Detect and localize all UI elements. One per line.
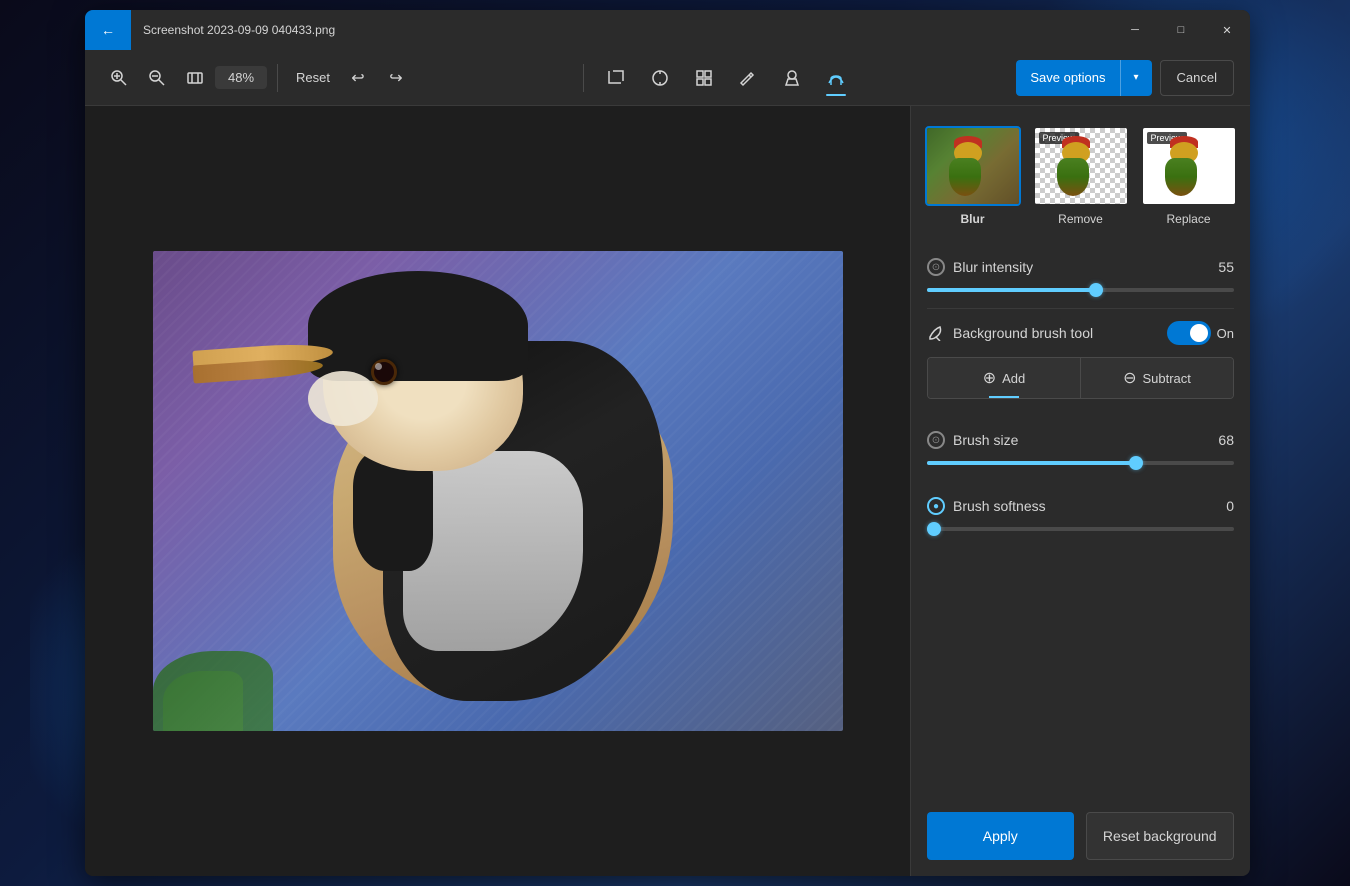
brush-softness-label: ● Brush softness <box>927 497 1046 515</box>
brush-tool-toggle[interactable] <box>1167 321 1211 345</box>
brush-tool-toggle-container: On <box>1167 321 1234 345</box>
blur-intensity-section: ⊙ Blur intensity 55 <box>911 242 1250 308</box>
brush-size-value: 68 <box>1218 432 1234 448</box>
brush-tool-section: Background brush tool On <box>911 309 1250 357</box>
save-options-label: Save options <box>1016 70 1119 85</box>
replace-mode-item[interactable]: Preview Replace <box>1141 126 1237 226</box>
subtract-icon: ⊖ <box>1123 368 1136 388</box>
image-container <box>153 251 843 731</box>
brush-tool-label: Background brush tool <box>927 324 1093 342</box>
save-options-button[interactable]: Save options ▾ <box>1016 60 1151 96</box>
brush-size-thumb[interactable] <box>1129 456 1143 470</box>
replace-mode-thumbnail[interactable]: Preview <box>1141 126 1237 206</box>
blur-intensity-slider[interactable] <box>927 288 1234 292</box>
crop-tool-button[interactable] <box>596 58 636 98</box>
fit-button[interactable] <box>177 60 213 96</box>
cancel-button[interactable]: Cancel <box>1160 60 1234 96</box>
undo-button[interactable]: ↩ <box>340 60 376 96</box>
toolbar-left-section: 48% Reset ↩ ↪ <box>101 60 414 96</box>
blur-intensity-row: ⊙ Blur intensity 55 <box>927 258 1234 276</box>
adjust-tool-button[interactable] <box>640 58 680 98</box>
brush-size-label: ⊙ Brush size <box>927 431 1018 449</box>
back-button[interactable]: ← <box>85 10 131 50</box>
blur-mode-label: Blur <box>961 212 985 226</box>
blur-intensity-thumb[interactable] <box>1089 283 1103 297</box>
toolbar: 48% Reset ↩ ↪ <box>85 50 1250 106</box>
subtract-button[interactable]: ⊖ Subtract <box>1081 358 1233 398</box>
stamp-tool-button[interactable] <box>772 58 812 98</box>
bird-image <box>153 251 843 731</box>
brush-size-icon: ⊙ <box>927 431 945 449</box>
subtract-label: Subtract <box>1142 371 1190 386</box>
apply-button[interactable]: Apply <box>927 812 1074 860</box>
app-window: ← Screenshot 2023-09-09 040433.png ─ □ ✕ <box>85 10 1250 876</box>
redo-button[interactable]: ↪ <box>378 60 414 96</box>
right-panel: Blur Preview Remove <box>910 106 1250 876</box>
brush-softness-thumb[interactable] <box>927 522 941 536</box>
zoom-out-button[interactable] <box>139 60 175 96</box>
brush-size-row: ⊙ Brush size 68 <box>927 431 1234 449</box>
maximize-button[interactable]: □ <box>1158 10 1204 50</box>
minimize-button[interactable]: ─ <box>1112 10 1158 50</box>
remove-mode-item[interactable]: Preview Remove <box>1033 126 1129 226</box>
toolbar-divider-1 <box>277 64 278 92</box>
brush-size-fill <box>927 461 1136 465</box>
zoom-in-button[interactable] <box>101 60 137 96</box>
background-modes-section: Blur Preview Remove <box>911 106 1250 242</box>
brush-softness-slider[interactable] <box>927 527 1234 531</box>
titlebar: ← Screenshot 2023-09-09 040433.png ─ □ ✕ <box>85 10 1250 50</box>
replace-mode-label: Replace <box>1166 212 1210 226</box>
toggle-label: On <box>1217 326 1234 341</box>
remove-mode-label: Remove <box>1058 212 1103 226</box>
bottom-buttons-section: Apply Reset background <box>911 796 1250 876</box>
blur-intensity-label: ⊙ Blur intensity <box>927 258 1033 276</box>
blur-intensity-fill <box>927 288 1096 292</box>
add-subtract-section: ⊕ Add ⊖ Subtract <box>927 357 1234 399</box>
layout-tool-button[interactable] <box>684 58 724 98</box>
remove-mode-thumbnail[interactable]: Preview <box>1033 126 1129 206</box>
brush-size-section: ⊙ Brush size 68 <box>911 415 1250 481</box>
reset-button[interactable]: Reset <box>288 60 338 96</box>
close-button[interactable]: ✕ <box>1204 10 1250 50</box>
remove-thumb-bg: Preview <box>1035 128 1127 204</box>
brush-softness-section: ● Brush softness 0 <box>911 481 1250 547</box>
brush-softness-value: 0 <box>1226 498 1234 514</box>
save-options-chevron-icon[interactable]: ▾ <box>1120 60 1152 96</box>
toolbar-right-section: Save options ▾ Cancel <box>1016 60 1234 96</box>
toggle-thumb <box>1190 324 1208 342</box>
window-controls: ─ □ ✕ <box>1112 10 1250 50</box>
add-label: Add <box>1002 371 1025 386</box>
brush-softness-icon: ● <box>927 497 945 515</box>
reset-background-button[interactable]: Reset background <box>1086 812 1235 860</box>
toolbar-center-section <box>418 58 1012 98</box>
blur-mode-item[interactable]: Blur <box>925 126 1021 226</box>
bird-artwork <box>153 251 843 731</box>
replace-thumb-bg: Preview <box>1143 128 1235 204</box>
zoom-level: 48% <box>215 66 267 89</box>
toolbar-divider-2 <box>583 64 584 92</box>
canvas-area <box>85 106 910 876</box>
brush-softness-row: ● Brush softness 0 <box>927 497 1234 515</box>
brush-size-slider[interactable] <box>927 461 1234 465</box>
add-button[interactable]: ⊕ Add <box>928 358 1081 398</box>
blur-intensity-icon: ⊙ <box>927 258 945 276</box>
add-icon: ⊕ <box>983 368 996 388</box>
brush-tool-icon <box>927 324 945 342</box>
draw-tool-button[interactable] <box>728 58 768 98</box>
background-tool-button[interactable] <box>816 58 856 98</box>
blur-intensity-value: 55 <box>1218 259 1234 275</box>
content-area: Blur Preview Remove <box>85 106 1250 876</box>
window-title: Screenshot 2023-09-09 040433.png <box>131 23 1112 37</box>
blur-mode-thumbnail[interactable] <box>925 126 1021 206</box>
